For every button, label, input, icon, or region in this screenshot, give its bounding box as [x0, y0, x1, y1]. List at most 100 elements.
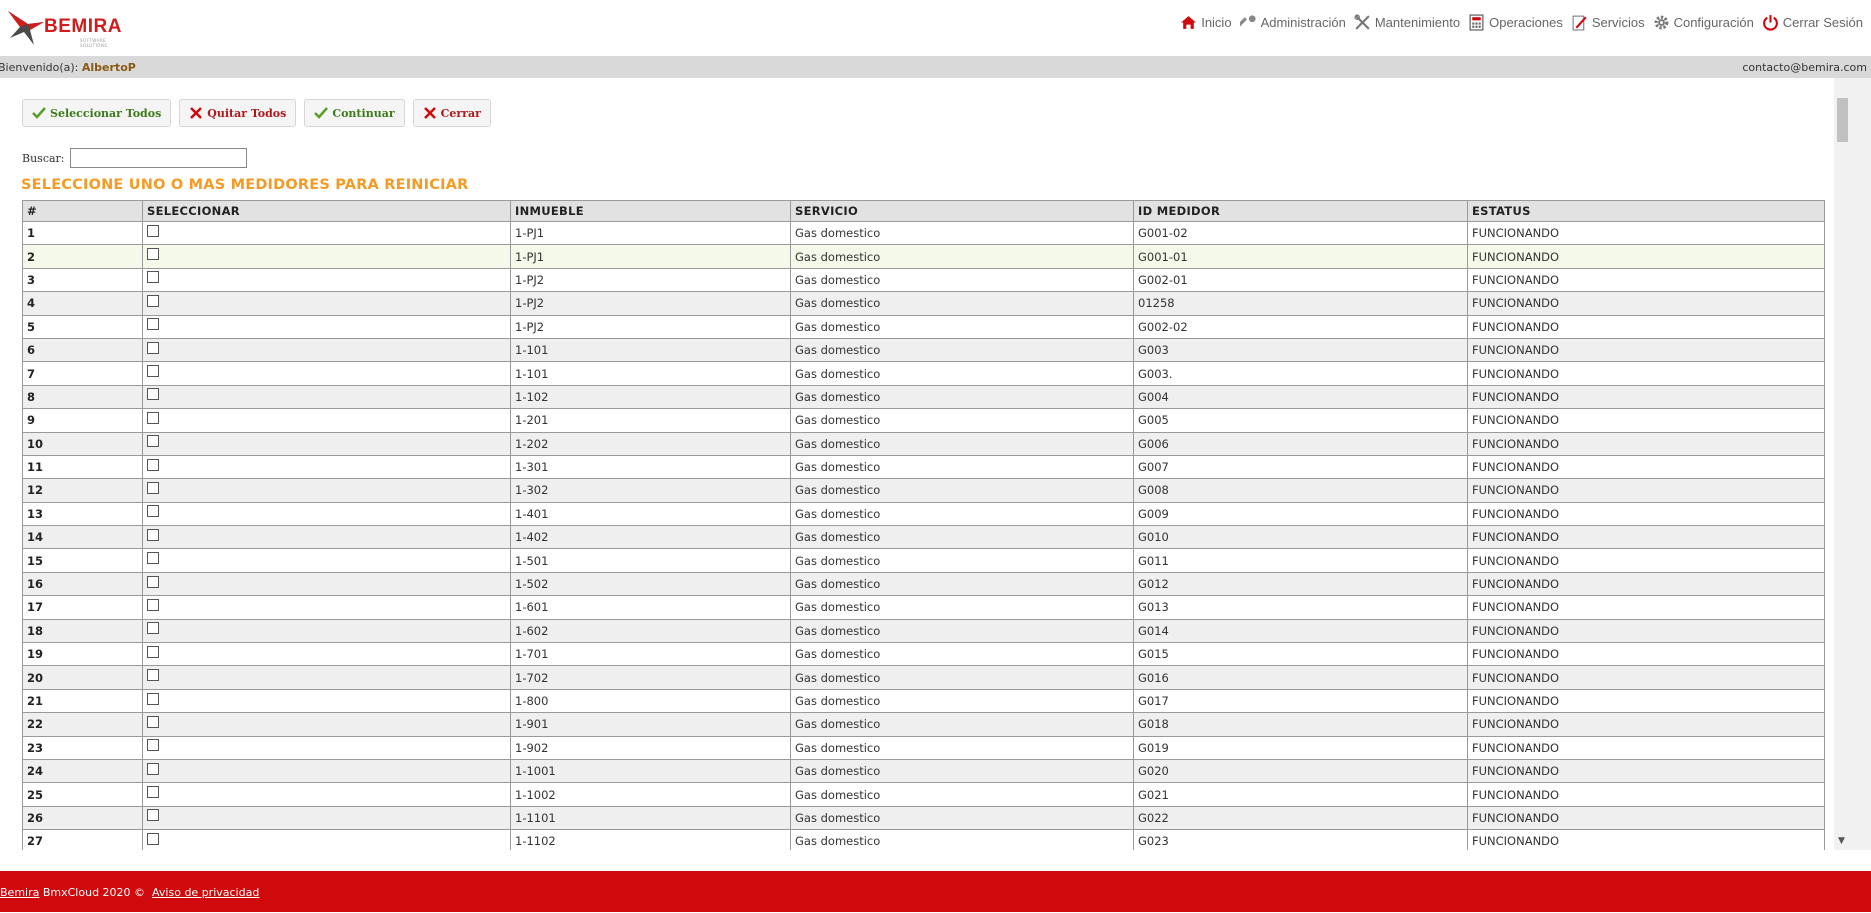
table-row[interactable]: 19 1-701 Gas domestico G015 FUNCIONANDO	[22, 642, 1825, 667]
select-cell	[142, 454, 511, 480]
select-cell	[142, 337, 511, 363]
column-header[interactable]: ID MEDIDOR	[1133, 200, 1468, 222]
table-row[interactable]: 9 1-201 Gas domestico G005 FUNCIONANDO	[22, 408, 1825, 433]
footer-content: Bemira BmxCloud 2020 © Aviso de privacid…	[0, 886, 259, 899]
nav-administracion[interactable]: Administración	[1239, 14, 1346, 31]
estatus-cell: FUNCIONANDO	[1467, 525, 1825, 550]
privacy-link[interactable]: Aviso de privacidad	[152, 886, 259, 899]
row-number: 13	[22, 501, 143, 527]
table-row[interactable]: 20 1-702 Gas domestico G016 FUNCIONANDO	[22, 665, 1825, 690]
select-checkbox[interactable]	[147, 224, 159, 237]
table-row[interactable]: 7 1-101 Gas domestico G003. FUNCIONANDO	[22, 361, 1825, 386]
select-checkbox[interactable]	[147, 809, 159, 822]
table-row[interactable]: 2 1-PJ1 Gas domestico G001-01 FUNCIONANDO	[22, 244, 1825, 269]
inmueble-cell: 1-701	[510, 642, 791, 667]
table-row[interactable]: 22 1-901 Gas domestico G018 FUNCIONANDO	[22, 712, 1825, 737]
select-checkbox[interactable]	[147, 552, 159, 565]
column-header[interactable]: SELECCIONAR	[142, 200, 511, 222]
select-checkbox[interactable]	[147, 622, 159, 635]
select-all-button[interactable]: Seleccionar Todos	[22, 99, 172, 127]
select-checkbox[interactable]	[147, 458, 159, 471]
select-checkbox[interactable]	[147, 598, 159, 611]
close-button[interactable]: Cerrar	[412, 99, 491, 127]
select-checkbox[interactable]	[147, 645, 159, 658]
table-row[interactable]: 15 1-501 Gas domestico G011 FUNCIONANDO	[22, 548, 1825, 573]
table-row[interactable]: 23 1-902 Gas domestico G019 FUNCIONANDO	[22, 735, 1825, 760]
select-checkbox[interactable]	[147, 365, 159, 378]
table-row[interactable]: 10 1-202 Gas domestico G006 FUNCIONANDO	[22, 431, 1825, 456]
select-checkbox[interactable]	[147, 294, 159, 307]
nav-configuracion[interactable]: Configuración	[1653, 14, 1754, 31]
medidor-cell: G009	[1133, 501, 1468, 527]
table-row[interactable]: 12 1-302 Gas domestico G008 FUNCIONANDO	[22, 478, 1825, 503]
nav-servicios[interactable]: Servicios	[1571, 14, 1645, 31]
column-header[interactable]: SERVICIO	[790, 200, 1134, 222]
column-header[interactable]: #	[22, 200, 143, 222]
table-header-row: # SELECCIONAR INMUEBLE SERVICIO ID MEDID…	[22, 200, 1825, 222]
select-checkbox[interactable]	[147, 505, 159, 518]
select-checkbox[interactable]	[147, 388, 159, 401]
table-row[interactable]: 5 1-PJ2 Gas domestico G002-02 FUNCIONANDO	[22, 314, 1825, 339]
select-checkbox[interactable]	[147, 481, 159, 494]
select-checkbox[interactable]	[147, 435, 159, 448]
select-checkbox[interactable]	[147, 318, 159, 331]
select-checkbox[interactable]	[147, 739, 159, 752]
estatus-cell: FUNCIONANDO	[1467, 431, 1825, 456]
remove-all-button[interactable]: Quitar Todos	[179, 99, 297, 127]
table-row[interactable]: 6 1-101 Gas domestico G003 FUNCIONANDO	[22, 337, 1825, 363]
table-row[interactable]: 1 1-PJ1 Gas domestico G001-02 FUNCIONANDO	[22, 220, 1825, 246]
nav-cerrar-sesion[interactable]: Cerrar Sesión	[1762, 14, 1863, 31]
select-checkbox[interactable]	[147, 248, 159, 261]
column-header[interactable]: ESTATUS	[1467, 200, 1825, 222]
row-number: 11	[22, 454, 143, 480]
servicio-cell: Gas domestico	[790, 454, 1134, 480]
nav-inicio[interactable]: Inicio	[1180, 14, 1232, 31]
table-row[interactable]: 27 1-1102 Gas domestico G023 FUNCIONANDO	[22, 829, 1825, 850]
footer-copyright: BmxCloud 2020 ©	[42, 886, 146, 899]
select-checkbox[interactable]	[147, 271, 159, 284]
inmueble-cell: 1-1102	[510, 829, 791, 850]
select-checkbox[interactable]	[147, 715, 159, 728]
select-checkbox[interactable]	[147, 786, 159, 799]
table-row[interactable]: 8 1-102 Gas domestico G004 FUNCIONANDO	[22, 384, 1825, 410]
table-row[interactable]: 16 1-502 Gas domestico G012 FUNCIONANDO	[22, 571, 1825, 597]
row-number: 21	[22, 688, 143, 714]
table-row[interactable]: 3 1-PJ2 Gas domestico G002-01 FUNCIONANDO	[22, 267, 1825, 293]
select-checkbox[interactable]	[147, 762, 159, 775]
continue-button[interactable]: Continuar	[304, 99, 405, 127]
inmueble-cell: 1-800	[510, 688, 791, 714]
scrollbar-thumb[interactable]	[1837, 98, 1848, 142]
bemira-link[interactable]: Bemira	[0, 886, 39, 899]
table-row[interactable]: 13 1-401 Gas domestico G009 FUNCIONANDO	[22, 501, 1825, 527]
select-checkbox[interactable]	[147, 832, 159, 845]
estatus-cell: FUNCIONANDO	[1467, 688, 1825, 714]
table-row[interactable]: 18 1-602 Gas domestico G014 FUNCIONANDO	[22, 618, 1825, 644]
select-checkbox[interactable]	[147, 669, 159, 682]
table-row[interactable]: 24 1-1001 Gas domestico G020 FUNCIONANDO	[22, 758, 1825, 784]
power-icon	[1762, 15, 1778, 31]
select-checkbox[interactable]	[147, 692, 159, 705]
column-header[interactable]: INMUEBLE	[510, 200, 791, 222]
scroll-down-arrow[interactable]: ▼	[1838, 836, 1845, 846]
servicio-cell: Gas domestico	[790, 384, 1134, 410]
select-checkbox[interactable]	[147, 575, 159, 588]
servicio-cell: Gas domestico	[790, 408, 1134, 433]
select-checkbox[interactable]	[147, 411, 159, 424]
nav-operaciones[interactable]: Operaciones	[1468, 14, 1563, 31]
select-checkbox[interactable]	[147, 341, 159, 354]
table-row[interactable]: 26 1-1101 Gas domestico G022 FUNCIONANDO	[22, 805, 1825, 831]
select-checkbox[interactable]	[147, 528, 159, 541]
table-row[interactable]: 11 1-301 Gas domestico G007 FUNCIONANDO	[22, 454, 1825, 480]
nav-mantenimiento[interactable]: Mantenimiento	[1354, 14, 1460, 31]
table-row[interactable]: 21 1-800 Gas domestico G017 FUNCIONANDO	[22, 688, 1825, 714]
table-row[interactable]: 14 1-402 Gas domestico G010 FUNCIONANDO	[22, 525, 1825, 550]
table-row[interactable]: 25 1-1002 Gas domestico G021 FUNCIONANDO	[22, 782, 1825, 807]
nav-label: Servicios	[1591, 15, 1645, 30]
search-input[interactable]	[69, 148, 247, 168]
inmueble-cell: 1-501	[510, 548, 791, 573]
table-row[interactable]: 17 1-601 Gas domestico G013 FUNCIONANDO	[22, 595, 1825, 620]
footer: Bemira BmxCloud 2020 © Aviso de privacid…	[0, 871, 1871, 912]
bemira-logo[interactable]: BEMIRA SOFTWARE SOLUTIONS	[6, 8, 134, 48]
table-row[interactable]: 4 1-PJ2 Gas domestico 01258 FUNCIONANDO	[22, 291, 1825, 316]
vertical-scrollbar[interactable]: ▼	[1834, 78, 1851, 850]
